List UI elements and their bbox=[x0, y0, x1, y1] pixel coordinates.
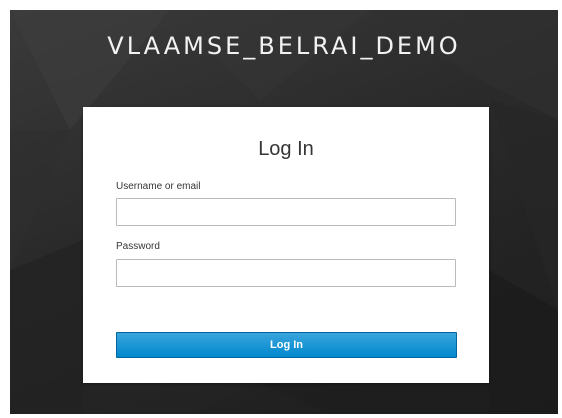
username-input[interactable] bbox=[116, 198, 456, 226]
login-page: VLAAMSE_BELRAI_DEMO Log In Username or e… bbox=[10, 10, 558, 414]
login-card: Log In Username or email Password Log In bbox=[83, 107, 489, 383]
login-heading: Log In bbox=[258, 138, 314, 160]
username-label: Username or email bbox=[116, 181, 201, 192]
password-label: Password bbox=[116, 241, 160, 252]
login-button[interactable]: Log In bbox=[116, 332, 457, 358]
password-input[interactable] bbox=[116, 259, 456, 287]
realm-title: VLAAMSE_BELRAI_DEMO bbox=[107, 32, 461, 60]
